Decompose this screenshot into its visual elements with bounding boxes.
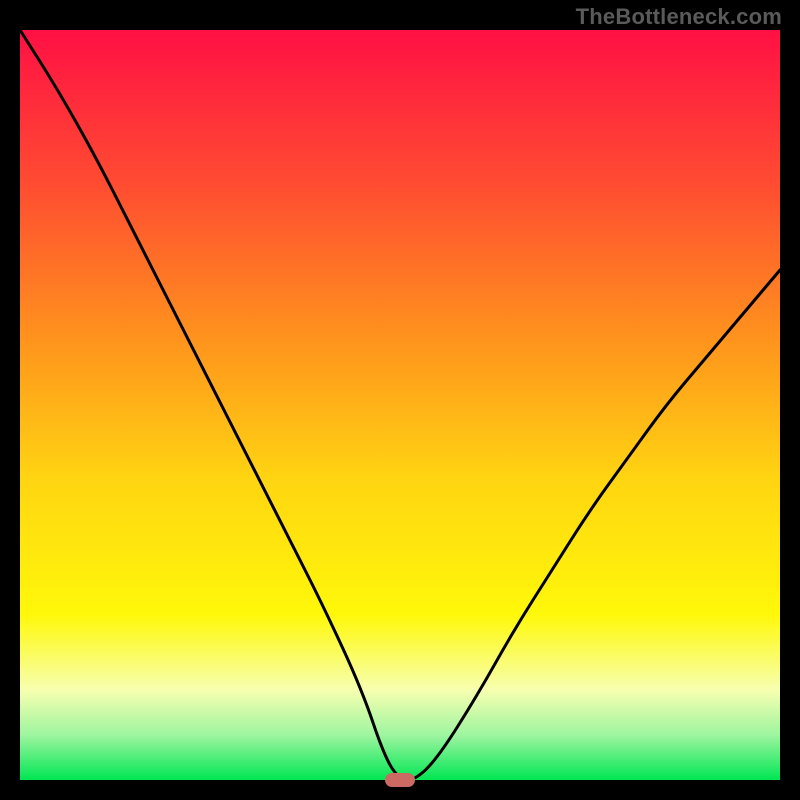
minimum-marker bbox=[385, 773, 415, 787]
plot-svg bbox=[20, 30, 780, 780]
watermark-text: TheBottleneck.com bbox=[576, 4, 782, 30]
plot-area bbox=[20, 30, 780, 780]
chart-frame: TheBottleneck.com bbox=[0, 0, 800, 800]
